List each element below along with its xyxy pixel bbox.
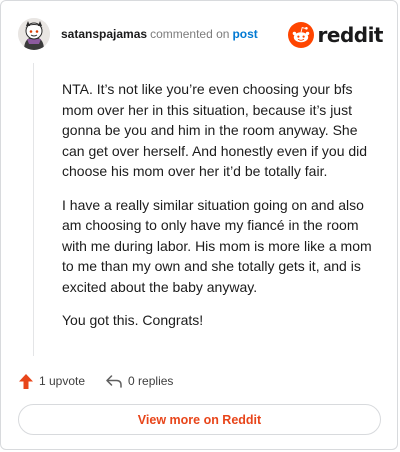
avatar[interactable]	[18, 18, 50, 50]
action-text: commented on	[150, 27, 230, 41]
comment-footer: 1 upvote 0 replies	[18, 371, 173, 391]
comment-paragraph: NTA. It’s not like you’re even choosing …	[62, 81, 368, 179]
replies-button[interactable]: 0 replies	[105, 374, 173, 388]
thread-line	[33, 63, 34, 356]
reply-arrow-icon	[106, 375, 122, 388]
comment-header: satanspajamas commented on post reddit	[18, 18, 384, 50]
snoo-avatar-icon	[18, 18, 50, 50]
reddit-alien-icon	[287, 22, 314, 48]
comment-body: NTA. It’s not like you’re even choosing …	[62, 79, 382, 344]
view-more-on-reddit-button[interactable]: View more on Reddit	[18, 404, 381, 435]
reply-count: 0 replies	[128, 374, 174, 388]
post-link[interactable]: post	[232, 27, 257, 41]
username-link[interactable]: satanspajamas	[61, 27, 147, 41]
comment-paragraph: I have a really similar situation going …	[62, 196, 372, 295]
upvote-arrow-icon	[19, 373, 33, 389]
upvote-button[interactable]: 1 upvote	[18, 373, 85, 390]
upvote-count: 1 upvote	[39, 374, 86, 388]
reddit-wordmark: reddit	[317, 23, 384, 47]
embedded-comment-card: satanspajamas commented on post reddit NTA…	[0, 0, 398, 450]
reddit-logo[interactable]: reddit	[287, 22, 384, 48]
byline: satanspajamas commented on post	[61, 27, 258, 41]
comment-paragraph: You got this. Congrats!	[62, 312, 204, 328]
